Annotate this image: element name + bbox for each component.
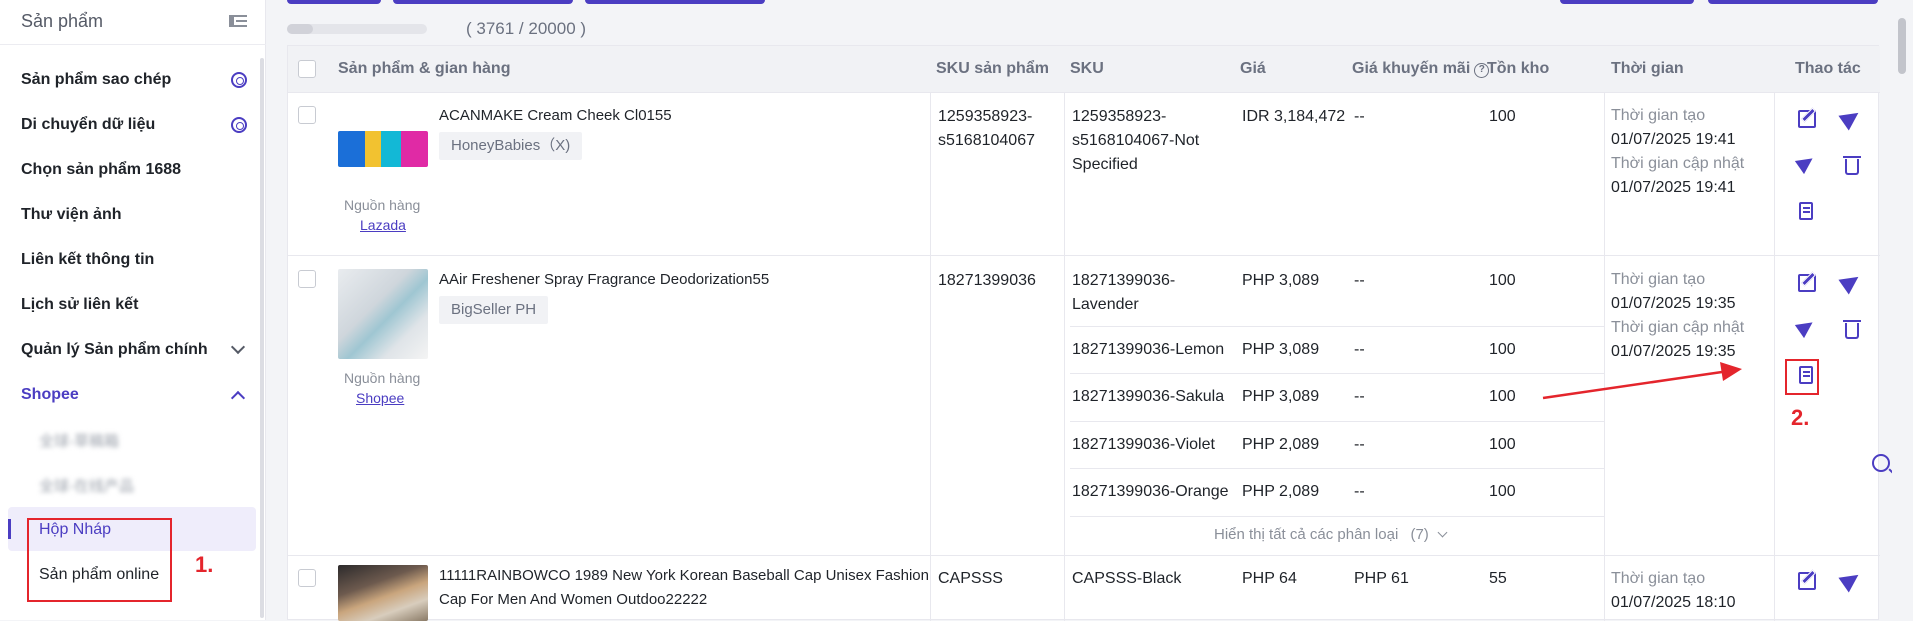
- search-icon[interactable]: [1872, 454, 1890, 472]
- annotation-arrow: [1542, 362, 1742, 400]
- page-scrollbar[interactable]: [1892, 0, 1913, 620]
- page-scrollbar-thumb[interactable]: [1898, 18, 1906, 74]
- annotation-box-2: [1785, 359, 1819, 395]
- annotation-label-2: 2.: [1791, 405, 1810, 430]
